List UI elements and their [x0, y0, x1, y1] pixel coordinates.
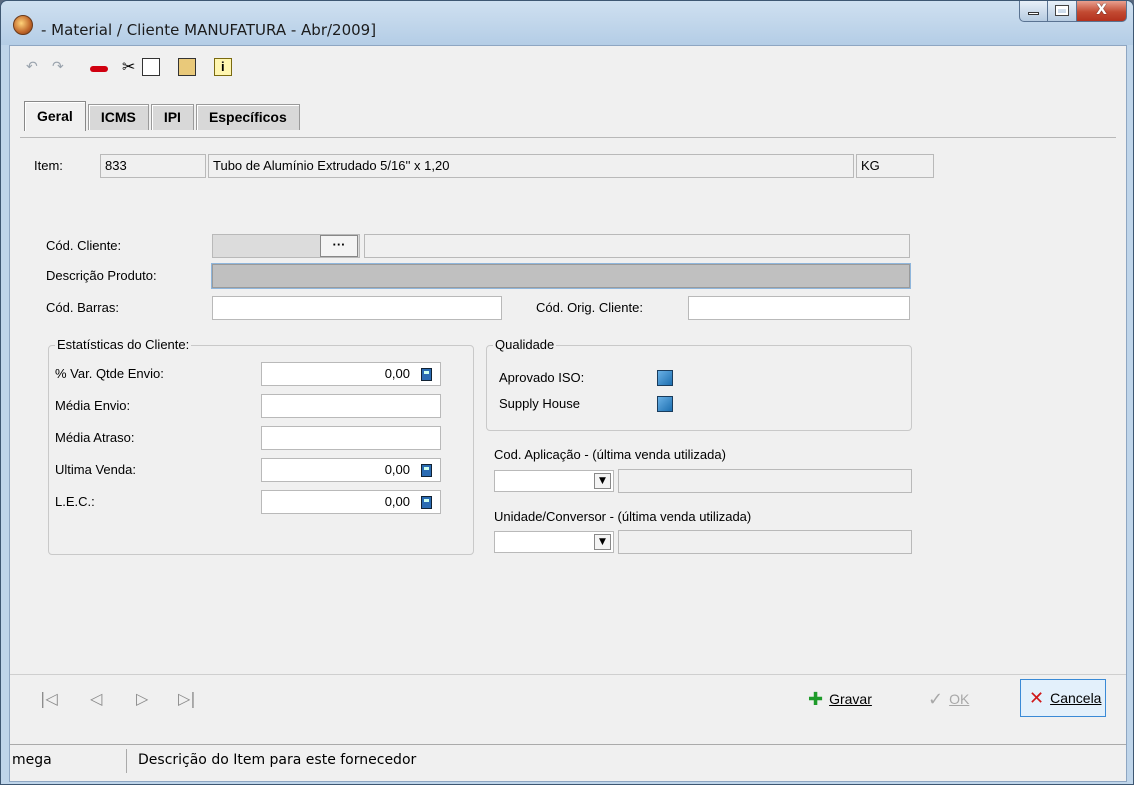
- last-record-icon[interactable]: ▷|: [178, 689, 196, 708]
- media-envio-label: Média Envio:: [55, 398, 131, 413]
- window-controls: X: [1019, 1, 1127, 23]
- cod-barras-input[interactable]: [212, 296, 502, 320]
- media-envio-field[interactable]: [261, 394, 441, 418]
- ultima-venda-field[interactable]: 0,00: [261, 458, 441, 482]
- copy-icon[interactable]: [142, 58, 160, 76]
- previous-record-icon[interactable]: ◁: [90, 689, 102, 708]
- ultima-venda-label: Ultima Venda:: [55, 462, 136, 477]
- check-icon: ✓: [928, 689, 944, 710]
- gravar-label: Gravar: [829, 691, 872, 707]
- tab-ipi[interactable]: IPI: [150, 104, 194, 130]
- status-divider: [126, 749, 127, 773]
- maximize-icon: [1055, 5, 1069, 16]
- gravar-button[interactable]: ✚ Gravar: [808, 685, 872, 715]
- lec-label: L.E.C.:: [55, 494, 95, 509]
- supply-house-checkbox[interactable]: [657, 396, 673, 412]
- cod-aplicacao-label: Cod. Aplicação - (última venda utilizada…: [494, 447, 726, 462]
- item-code-field: 833: [100, 154, 206, 178]
- application-window: - Material / Cliente MANUFATURA - Abr/20…: [0, 0, 1134, 785]
- item-unit-field: KG: [856, 154, 934, 178]
- unidade-conversor-select[interactable]: ▼: [494, 531, 614, 553]
- close-icon: ✕: [1029, 688, 1045, 709]
- redo-icon[interactable]: ↷: [52, 58, 64, 76]
- tab-geral[interactable]: Geral: [24, 101, 86, 131]
- cod-aplicacao-select[interactable]: ▼: [494, 470, 614, 492]
- unidade-conversor-description: [618, 530, 912, 554]
- ultima-venda-value: 0,00: [384, 462, 410, 477]
- supply-house-label: Supply House: [499, 396, 580, 411]
- window-title: - Material / Cliente MANUFATURA - Abr/20…: [41, 21, 377, 39]
- item-label: Item:: [34, 158, 63, 173]
- qualidade-title: Qualidade: [493, 337, 557, 352]
- title-bar[interactable]: - Material / Cliente MANUFATURA - Abr/20…: [1, 1, 1133, 45]
- cancela-label: Cancela: [1050, 690, 1102, 706]
- status-message: Descrição do Item para este fornecedor: [138, 752, 417, 768]
- tab-strip: Geral ICMS IPI Específicos: [24, 101, 302, 131]
- stop-icon[interactable]: [90, 66, 108, 72]
- cod-cliente-lookup-button[interactable]: ···: [320, 235, 358, 257]
- cod-cliente-name-field: [364, 234, 910, 258]
- media-atraso-label: Média Atraso:: [55, 430, 135, 445]
- descricao-produto-field[interactable]: [211, 263, 911, 289]
- minimize-icon: [1028, 12, 1039, 15]
- lec-value: 0,00: [384, 494, 410, 509]
- ok-button[interactable]: ✓ OK: [928, 685, 969, 715]
- tab-page-geral: Item: 833 Tubo de Alumínio Extrudado 5/1…: [20, 137, 1116, 671]
- maximize-button[interactable]: [1048, 1, 1077, 22]
- plus-icon: ✚: [808, 689, 824, 710]
- calculator-icon[interactable]: [421, 496, 432, 509]
- status-bar: mega Descrição do Item para este fornece…: [10, 744, 1126, 776]
- media-atraso-field[interactable]: [261, 426, 441, 450]
- cod-orig-cliente-label: Cód. Orig. Cliente:: [536, 300, 643, 315]
- descricao-produto-label: Descrição Produto:: [46, 268, 157, 283]
- aprovado-iso-label: Aprovado ISO:: [499, 370, 585, 385]
- first-record-icon[interactable]: |◁: [40, 689, 58, 708]
- unidade-conversor-label: Unidade/Conversor - (última venda utiliz…: [494, 509, 752, 524]
- var-qtde-label: % Var. Qtde Envio:: [55, 366, 164, 381]
- navigation-bar: |◁ ◁ ▷ ▷| ✚ Gravar ✓ OK ✕ Cancela: [10, 674, 1126, 722]
- minimize-button[interactable]: [1019, 1, 1048, 22]
- calculator-icon[interactable]: [421, 368, 432, 381]
- cod-orig-cliente-input[interactable]: [688, 296, 910, 320]
- var-qtde-field[interactable]: 0,00: [261, 362, 441, 386]
- tab-icms[interactable]: ICMS: [87, 104, 149, 130]
- next-record-icon[interactable]: ▷: [136, 689, 148, 708]
- client-area: ↶ ↷ ✂ Geral ICMS IPI Específicos Item: 8…: [9, 45, 1127, 782]
- app-icon[interactable]: [13, 15, 33, 35]
- close-icon: X: [1096, 2, 1107, 18]
- cod-cliente-label: Cód. Cliente:: [46, 238, 122, 253]
- tab-especificos[interactable]: Específicos: [195, 104, 300, 130]
- toolbar: ↶ ↷ ✂: [10, 46, 1126, 86]
- undo-icon[interactable]: ↶: [26, 58, 38, 76]
- cut-icon[interactable]: ✂: [122, 58, 135, 76]
- cod-aplicacao-description: [618, 469, 912, 493]
- status-user: mega: [12, 752, 52, 768]
- ok-label: OK: [949, 691, 970, 707]
- chevron-down-icon[interactable]: ▼: [594, 534, 611, 550]
- qualidade-group: Qualidade Aprovado ISO: Supply House: [486, 337, 912, 431]
- estatisticas-group: Estatísticas do Cliente: % Var. Qtde Env…: [48, 337, 474, 555]
- estatisticas-title: Estatísticas do Cliente:: [55, 337, 192, 352]
- info-icon[interactable]: [214, 58, 232, 76]
- cancela-button[interactable]: ✕ Cancela: [1020, 679, 1107, 717]
- close-button[interactable]: X: [1077, 1, 1127, 22]
- cod-barras-label: Cód. Barras:: [46, 300, 119, 315]
- lec-field[interactable]: 0,00: [261, 490, 441, 514]
- calculator-icon[interactable]: [421, 464, 432, 477]
- chevron-down-icon[interactable]: ▼: [594, 473, 611, 489]
- aprovado-iso-checkbox[interactable]: [657, 370, 673, 386]
- item-description-field: Tubo de Alumínio Extrudado 5/16'' x 1,20: [208, 154, 854, 178]
- paste-icon[interactable]: [178, 58, 196, 76]
- var-qtde-value: 0,00: [384, 366, 410, 381]
